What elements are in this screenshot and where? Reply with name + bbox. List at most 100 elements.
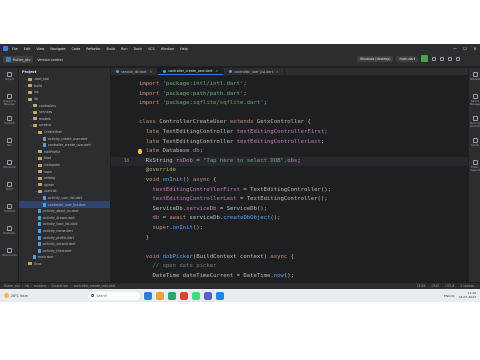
tree-file[interactable]: activity_third.dart — [19, 247, 110, 254]
debug-icon[interactable] — [432, 56, 436, 61]
code-editor[interactable]: 14 import 'package:intl/intl.dart'; impor… — [111, 77, 468, 282]
clock[interactable]: 11:48 24-07-2023 — [459, 291, 476, 299]
tool-window-build[interactable]: Build — [2, 182, 17, 191]
menu-item-vcs[interactable]: VCS — [148, 47, 155, 51]
right-tool-running-devices[interactable]: Running Devices — [470, 116, 480, 128]
menu-item-navigate[interactable]: Navigate — [50, 47, 65, 51]
close-tab-icon[interactable]: × — [276, 70, 279, 74]
line-separator[interactable]: CRLF — [432, 284, 440, 288]
code-line[interactable]: db = await serviceDb.createDbObject(); — [139, 214, 280, 223]
code-line[interactable]: RxString rxDob = "Tap here to select DOB… — [139, 157, 301, 166]
version-control-menu[interactable]: Version control — [37, 58, 62, 62]
tree-folder[interactable]: › instagram — [19, 162, 110, 169]
code-line[interactable]: class ControllerCreateUser extends GetxC… — [139, 118, 311, 127]
close-tab-icon[interactable]: × — [215, 69, 218, 73]
search-icon[interactable] — [448, 56, 452, 61]
menu-item-file[interactable]: File — [12, 47, 18, 51]
tree-folder[interactable]: › food — [19, 155, 110, 162]
tree-file[interactable]: controller_create_user.dart — [19, 142, 110, 149]
stop-icon[interactable] — [440, 56, 444, 61]
tree-file[interactable]: activity_drawer.dart — [19, 214, 110, 221]
tree-folder[interactable]: › editProfile — [19, 149, 110, 156]
taskbar-search[interactable]: Search — [87, 291, 140, 300]
tree-file[interactable]: controller_user_list.dart — [19, 201, 110, 208]
tree-folder[interactable]: › models — [19, 116, 110, 123]
tree-file[interactable]: activity_second.dart — [19, 241, 110, 248]
tool-window-terminal[interactable]: Terminal — [2, 204, 17, 213]
tool-window-commit[interactable]: Commit — [2, 116, 17, 125]
tree-folder[interactable]: ⌄ screens — [19, 122, 110, 129]
taskbar-app-icon[interactable] — [167, 291, 176, 300]
menu-item-tools[interactable]: Tools — [133, 47, 141, 51]
menu-item-run[interactable]: Run — [121, 47, 128, 51]
taskbar-app-icon[interactable] — [215, 291, 224, 300]
tree-folder[interactable]: ⌄ CreateUser — [19, 129, 110, 136]
code-line[interactable]: void dobPicker(BuildContext context) asy… — [139, 253, 294, 262]
indent-setting[interactable]: 2 spaces — [460, 284, 474, 288]
close-tab-icon[interactable]: × — [149, 70, 152, 74]
taskbar-app-icon[interactable] — [155, 291, 164, 300]
code-line[interactable]: late Database db; — [139, 147, 203, 156]
tree-file[interactable]: activity_create_user.dart — [19, 135, 110, 142]
menu-item-edit[interactable]: Edit — [24, 47, 31, 51]
weather-widget[interactable]: 28°C Haze — [4, 293, 28, 298]
menu-item-code[interactable]: Code — [72, 47, 81, 51]
tree-folder[interactable]: › ios — [19, 89, 110, 96]
tree-file[interactable]: activity_food_list.dart — [19, 221, 110, 228]
tree-file[interactable]: main.dart — [19, 254, 110, 261]
tree-folder[interactable]: › login — [19, 168, 110, 175]
right-tool-device-manager[interactable]: Device Manager — [470, 94, 480, 106]
run-config-selector[interactable]: main.dart — [396, 55, 418, 62]
right-tool-gradle[interactable]: Gradle — [470, 138, 480, 147]
menu-item-view[interactable]: View — [36, 47, 44, 51]
code-line[interactable]: textEditingControllerLast = TextEditingC… — [139, 195, 327, 204]
tool-window-bookmarks[interactable]: Bookmarks — [2, 248, 17, 257]
tree-folder[interactable]: › splash — [19, 182, 110, 189]
taskbar-app-icon[interactable] — [191, 291, 200, 300]
code-line[interactable]: import 'package:intl/intl.dart'; — [139, 80, 247, 89]
right-tool-notifications[interactable]: Notifications — [470, 72, 480, 81]
code-line[interactable]: import 'package:path/path.dart'; — [139, 90, 247, 99]
menu-item-refactor[interactable]: Refactor — [86, 47, 100, 51]
code-line[interactable]: super.onInit(); — [139, 224, 203, 233]
code-line[interactable]: ServiceDb.serviceDb = ServiceDb(); — [139, 205, 267, 214]
code-line[interactable]: late TextEditingController textEditingCo… — [139, 138, 325, 147]
editor-tab[interactable]: controller_user_list.dart × — [224, 68, 285, 75]
tray-region[interactable]: IN — [451, 294, 454, 298]
menu-item-window[interactable]: Window — [161, 47, 174, 51]
project-switcher[interactable]: flutter_stu — [3, 56, 34, 63]
editor-tab[interactable]: service_db.dart × — [111, 68, 159, 75]
tree-file[interactable]: activity_user_list.dart — [19, 195, 110, 202]
breadcrumb-item[interactable]: CreateUser — [51, 284, 68, 288]
tree-file[interactable]: activity_profile.dart — [19, 234, 110, 241]
tray-language[interactable]: ENG — [444, 294, 450, 298]
code-line[interactable]: void onInit() async { — [139, 176, 217, 185]
tree-folder[interactable]: ⌄ userList — [19, 188, 110, 195]
close-button[interactable]: ✕ — [470, 46, 480, 51]
tree-file[interactable]: activity_home.dart — [19, 228, 110, 235]
minimize-button[interactable]: — — [450, 46, 460, 51]
settings-icon[interactable] — [456, 56, 460, 61]
menu-item-build[interactable]: Build — [106, 47, 115, 51]
tool-window-structure[interactable]: Structure — [2, 160, 17, 169]
tree-file[interactable]: activity_about_us.dart — [19, 208, 110, 215]
breadcrumb-item[interactable]: flutter_stu — [4, 284, 20, 288]
tree-folder[interactable]: › setting — [19, 175, 110, 182]
project-panel-title[interactable]: Project — [19, 68, 110, 76]
tree-folder[interactable]: › build — [19, 83, 110, 90]
device-selector[interactable]: Windows (desktop) — [357, 55, 394, 62]
tree-folder[interactable]: › linux — [19, 261, 110, 268]
code-line[interactable]: DateTime dateTimeCurrent = DateTime.now(… — [139, 272, 293, 281]
tree-folder[interactable]: › controllers — [19, 102, 110, 109]
code-area[interactable]: import 'package:intl/intl.dart'; import '… — [139, 77, 468, 282]
breadcrumb-item[interactable]: controller_create_user.dart — [74, 284, 115, 288]
taskbar-app-icon[interactable] — [203, 291, 212, 300]
file-encoding[interactable]: UTF-8 — [445, 284, 454, 288]
menu-item-help[interactable]: Help — [180, 47, 188, 51]
editor-tab[interactable]: controller_create_user.dart × — [158, 68, 225, 75]
maximize-button[interactable]: ☐ — [460, 46, 470, 51]
taskbar-app-icon[interactable] — [179, 291, 188, 300]
right-tool-flutter-inspector[interactable]: Flutter Inspector — [470, 160, 480, 172]
code-line[interactable]: // open date picker — [139, 262, 216, 271]
tree-folder[interactable]: › services — [19, 109, 110, 116]
